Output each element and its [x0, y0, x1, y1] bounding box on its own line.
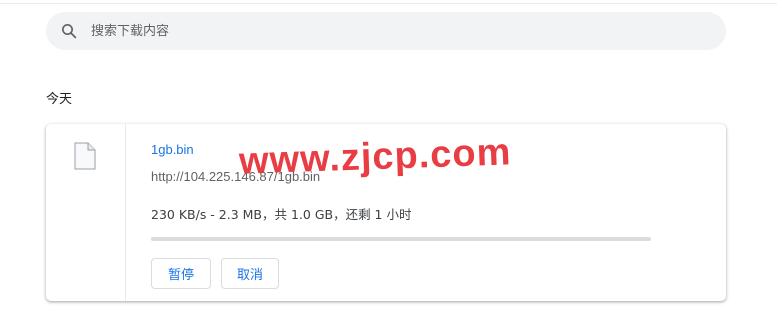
search-icon[interactable] — [59, 21, 79, 41]
file-icon-column — [46, 124, 126, 301]
top-divider — [0, 3, 777, 4]
download-details: 1gb.bin http://104.225.146.87/1gb.bin ww… — [151, 124, 711, 301]
cancel-button[interactable]: 取消 — [221, 258, 279, 289]
search-input[interactable] — [91, 16, 651, 46]
pause-button[interactable]: 暂停 — [151, 258, 211, 289]
section-title-today: 今天 — [46, 92, 73, 107]
watermark: www.zjcp.com — [238, 131, 513, 183]
search-box[interactable] — [46, 12, 726, 50]
progress-bar — [151, 237, 651, 241]
file-name-link[interactable]: 1gb.bin — [151, 142, 194, 157]
downloads-page: 今天 1gb.bin http://104.225.146.87/1gb.bin… — [0, 0, 777, 314]
file-icon — [74, 142, 96, 170]
download-card: 1gb.bin http://104.225.146.87/1gb.bin ww… — [46, 124, 726, 301]
progress-fill — [151, 237, 153, 241]
download-status: 230 KB/s - 2.3 MB，共 1.0 GB，还剩 1 小时 — [151, 207, 412, 222]
